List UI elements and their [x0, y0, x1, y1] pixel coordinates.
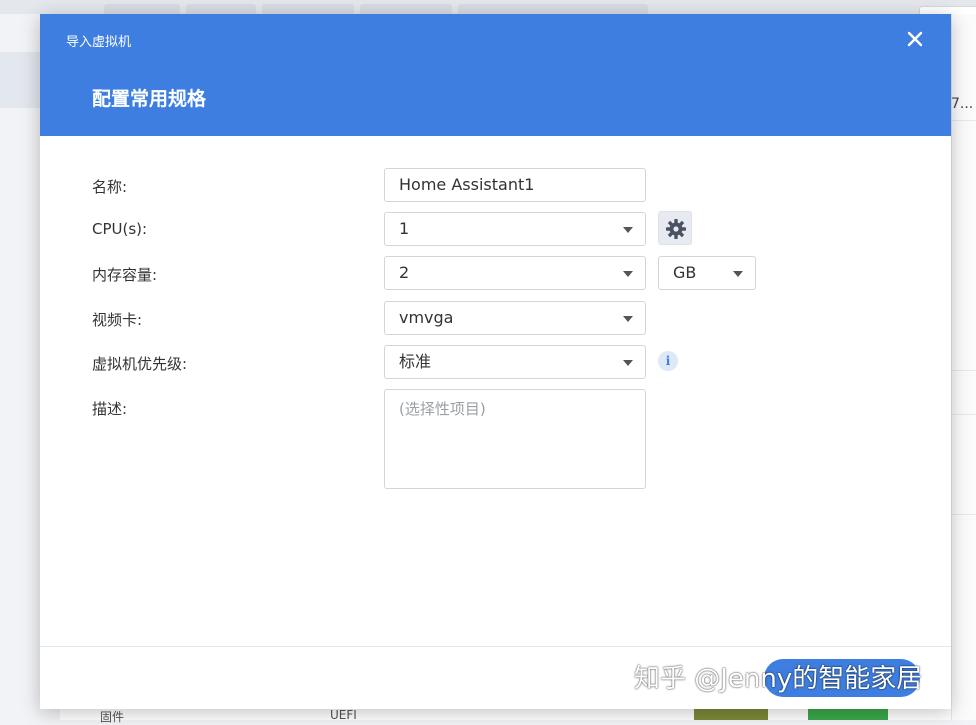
memory-select-value: 2	[399, 263, 410, 282]
cpu-settings-button[interactable]	[658, 211, 692, 245]
name-input[interactable]: Home Assistant1	[384, 168, 646, 202]
background-sidebar-item	[0, 52, 40, 108]
info-icon[interactable]: i	[658, 351, 678, 371]
name-input-value: Home Assistant1	[399, 175, 535, 194]
gear-icon	[666, 219, 686, 239]
background-toolbar	[0, 0, 976, 14]
background-firmware-label: 固件	[100, 710, 125, 724]
background-list-panel	[951, 14, 976, 720]
background-tab	[262, 4, 354, 14]
memory-unit-select[interactable]: GB	[658, 256, 756, 290]
dialog-header: 导入虚拟机 配置常用规格	[40, 14, 951, 136]
import-vm-dialog: 导入虚拟机 配置常用规格 名称: Home Assistant1 CPU(s):…	[40, 14, 951, 709]
background-tab	[458, 4, 648, 14]
cpu-select[interactable]: 1	[384, 212, 646, 246]
name-label: 名称:	[92, 178, 128, 196]
background-tab	[360, 4, 452, 14]
memory-label: 内存容量:	[92, 266, 158, 284]
chevron-down-icon	[623, 271, 633, 277]
watermark: 知乎 @Jenny的智能家居	[634, 664, 923, 694]
background-cell-text: 7...	[951, 96, 974, 112]
cpu-select-value: 1	[399, 219, 410, 238]
video-card-label: 视频卡:	[92, 311, 143, 329]
close-button[interactable]	[902, 26, 928, 52]
chevron-down-icon	[623, 227, 633, 233]
cpu-label: CPU(s):	[92, 220, 148, 238]
video-card-select[interactable]: vmvga	[384, 301, 646, 335]
priority-select[interactable]: 标准	[384, 345, 646, 379]
dialog-window-title: 导入虚拟机	[66, 35, 132, 50]
description-label: 描述:	[92, 400, 128, 418]
priority-value: 标准	[399, 352, 432, 371]
description-placeholder: (选择性项目)	[399, 400, 486, 418]
dialog-step-title: 配置常用规格	[92, 88, 207, 110]
video-card-value: vmvga	[399, 308, 454, 327]
description-textarea[interactable]: (选择性项目)	[384, 389, 646, 489]
priority-label: 虚拟机优先级:	[92, 355, 188, 373]
background-tab	[186, 4, 256, 14]
chevron-down-icon	[623, 316, 633, 322]
background-tab	[104, 4, 180, 14]
chevron-down-icon	[623, 360, 633, 366]
memory-select[interactable]: 2	[384, 256, 646, 290]
memory-unit-value: GB	[673, 263, 697, 282]
chevron-down-icon	[733, 271, 743, 277]
close-icon	[907, 31, 923, 47]
